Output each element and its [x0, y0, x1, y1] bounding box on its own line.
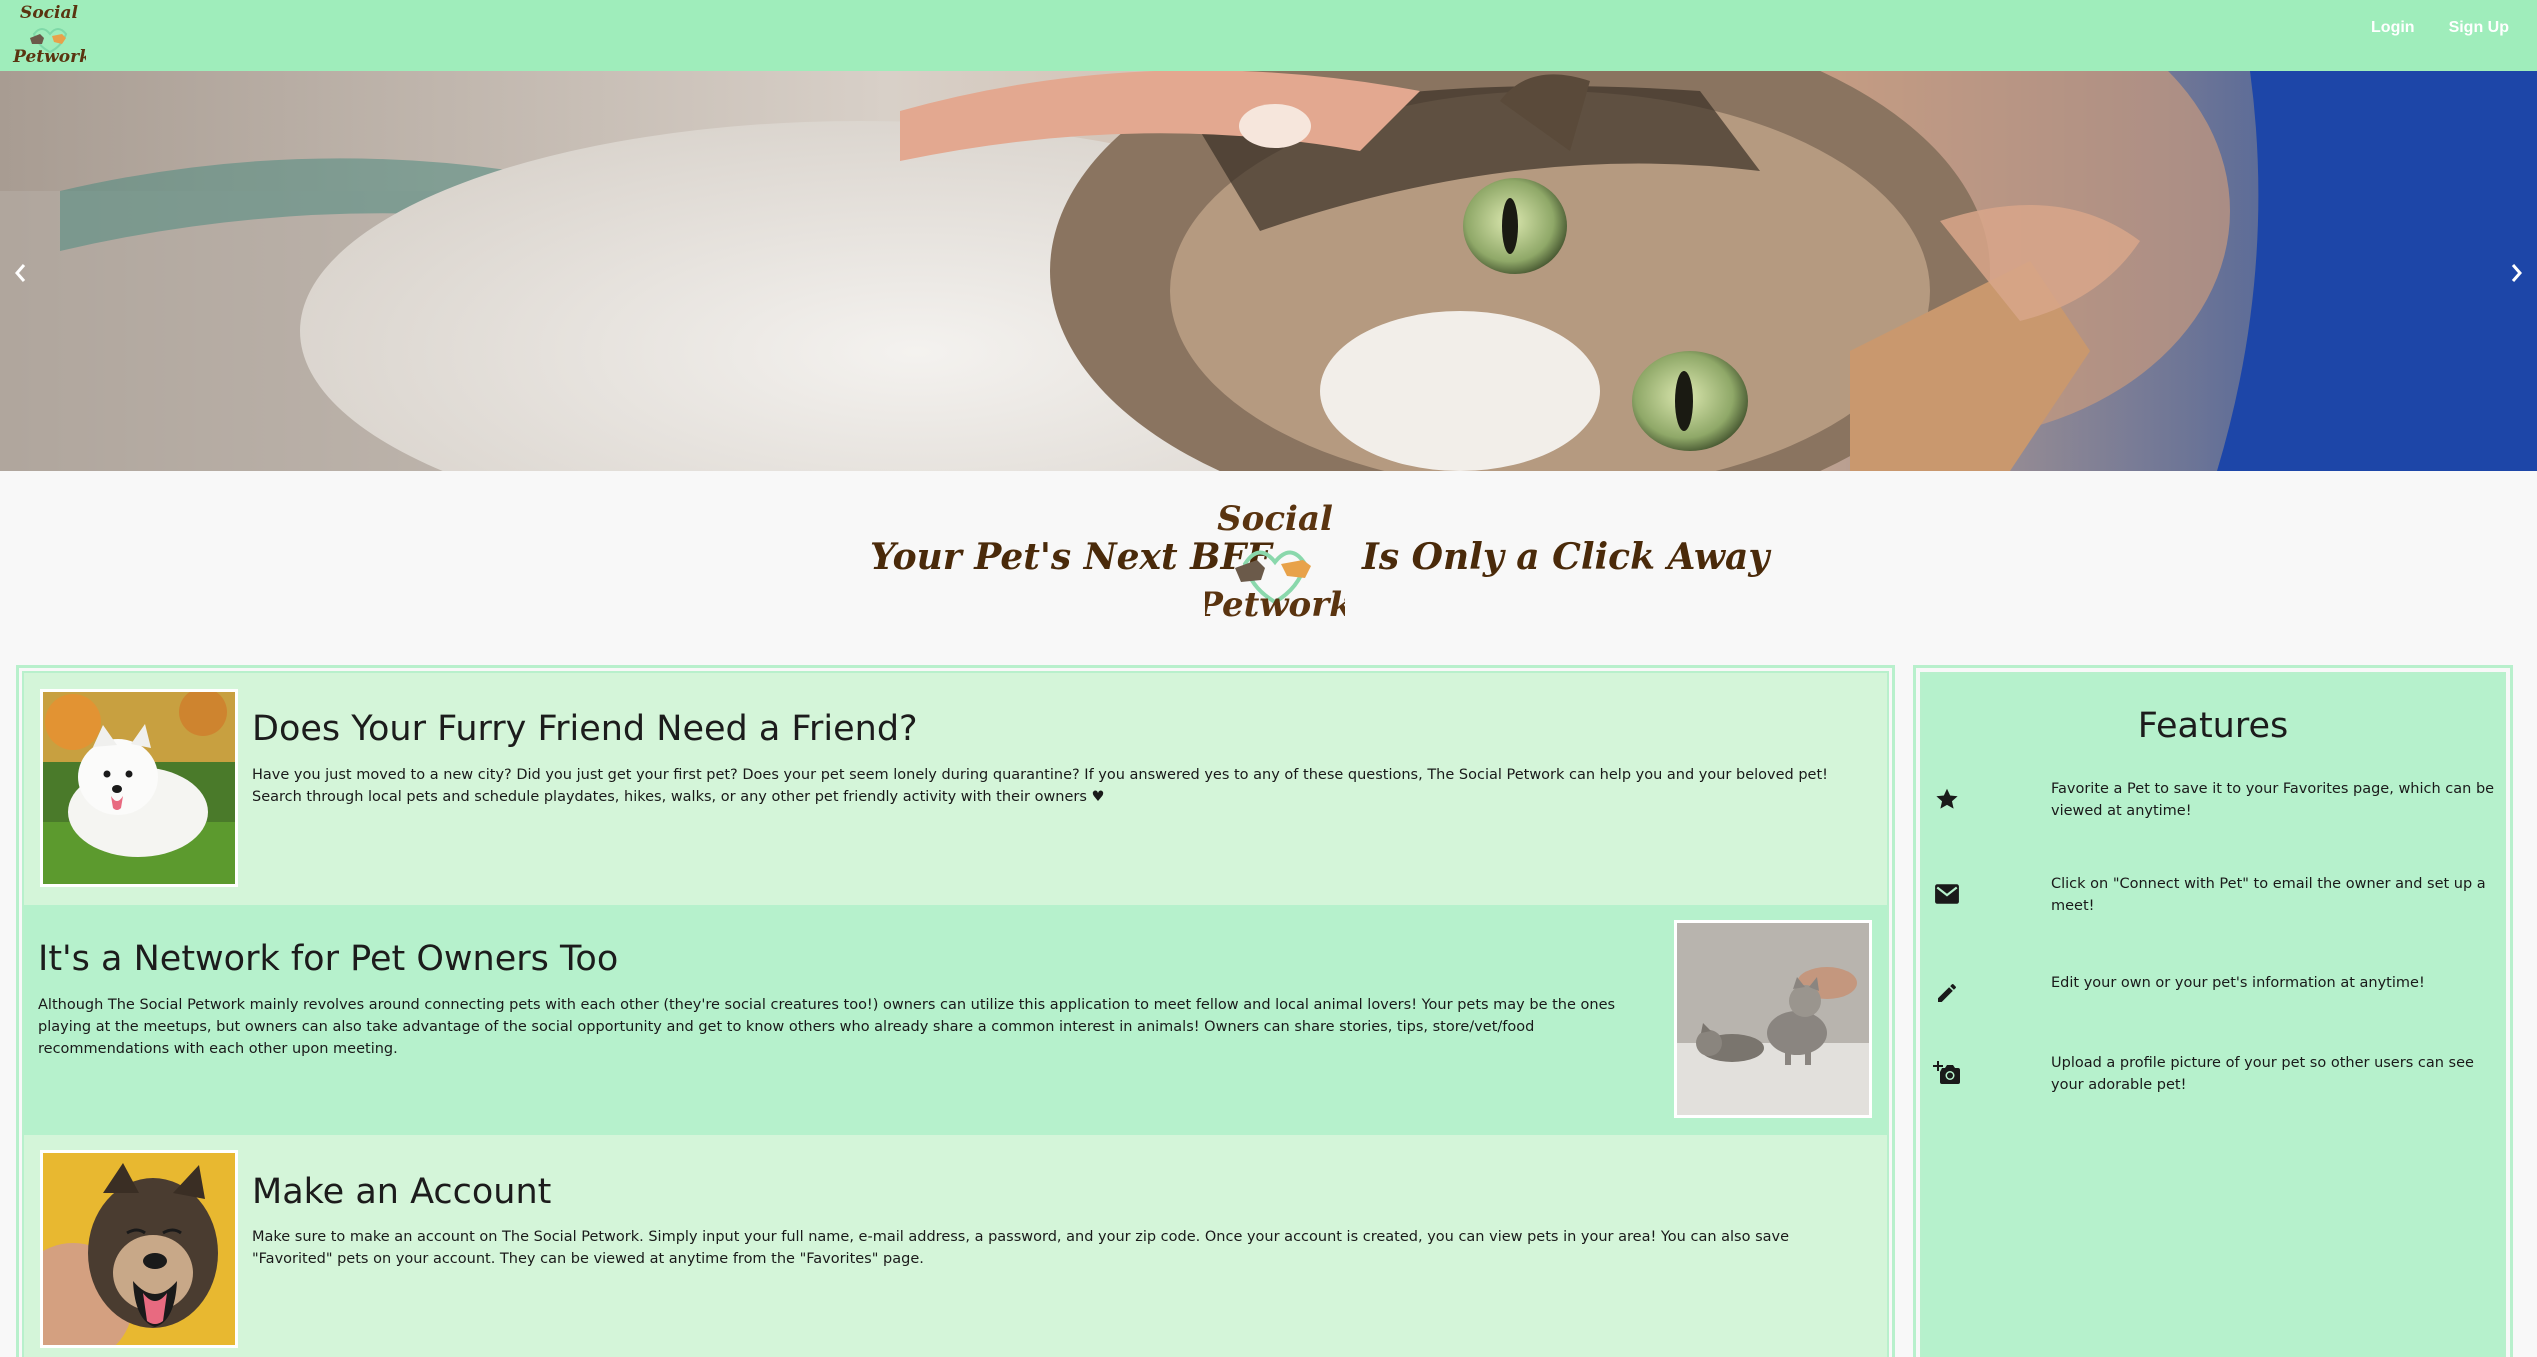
star-icon — [1932, 784, 1962, 814]
carousel-prev-button[interactable] — [0, 251, 40, 295]
info-panel-inner: Does Your Furry Friend Need a Friend? Ha… — [22, 671, 1889, 1357]
carousel-next-button[interactable] — [2497, 251, 2537, 295]
add-camera-icon — [1932, 1058, 1962, 1088]
features-title: Features — [2137, 706, 2289, 746]
feature-text: Favorite a Pet to save it to your Favori… — [2051, 781, 2495, 819]
info-panel: Does Your Furry Friend Need a Friend? Ha… — [16, 665, 1895, 1357]
feature-item-connect: Click on "Connect with Pet" to email the… — [1922, 873, 2504, 923]
section-title: It's a Network for Pet Owners Too — [38, 939, 619, 979]
kittens-photo — [1674, 920, 1872, 1118]
brand-logo[interactable]: Social Petwork — [12, 0, 91, 69]
tagline-logo: Social Petwork — [1196, 494, 1352, 625]
dog-photo — [40, 1150, 238, 1348]
section-body: Have you just moved to a new city? Did y… — [252, 767, 1828, 805]
mail-icon — [1932, 879, 1962, 909]
chevron-right-icon — [2511, 264, 2522, 282]
section-owners: It's a Network for Pet Owners Too Althou… — [24, 905, 1887, 1135]
section-title: Does Your Furry Friend Need a Friend? — [252, 709, 918, 749]
feature-text: Upload a profile picture of your pet so … — [2051, 1055, 2474, 1093]
section-account: Make an Account Make sure to make an acc… — [24, 1135, 1887, 1357]
feature-item-edit: Edit your own or your pet's information … — [1922, 972, 2504, 1022]
feature-text: Edit your own or your pet's information … — [2051, 975, 2425, 991]
samoyed-photo — [40, 689, 238, 887]
nav-links: Login Sign Up — [2371, 0, 2509, 56]
feature-text: Click on "Connect with Pet" to email the… — [2051, 876, 2486, 914]
signup-link[interactable]: Sign Up — [2449, 19, 2509, 37]
feature-item-favorite: Favorite a Pet to save it to your Favori… — [1922, 778, 2504, 828]
navbar: Social Petwork Login Sign Up — [0, 0, 2537, 71]
section-body: Make sure to make an account on The Soci… — [252, 1229, 1790, 1267]
chevron-left-icon — [15, 264, 26, 282]
section-title: Make an Account — [252, 1172, 552, 1212]
logo-text-petwork: Petwork — [1205, 585, 1345, 624]
tagline-right: Is Only a Click Away — [1362, 536, 1770, 578]
pencil-icon — [1932, 978, 1962, 1008]
section-friend: Does Your Furry Friend Need a Friend? Ha… — [24, 673, 1887, 905]
logo-text-social: Social — [1217, 499, 1333, 539]
feature-item-upload: Upload a profile picture of your pet so … — [1922, 1052, 2504, 1102]
features-panel-inner: Features Favorite a Pet to save it to yo… — [1920, 672, 2506, 1357]
section-body: Although The Social Petwork mainly revol… — [38, 997, 1616, 1057]
features-panel: Features Favorite a Pet to save it to yo… — [1913, 665, 2513, 1357]
hero-carousel — [0, 71, 2537, 471]
tagline: Your Pet's Next BFF Social Petwork Is On… — [0, 494, 2537, 629]
svg-text:Petwork: Petwork — [12, 47, 86, 67]
login-link[interactable]: Login — [2371, 19, 2415, 37]
svg-text:Social: Social — [20, 3, 78, 23]
hero-cat-photo — [0, 71, 2537, 471]
